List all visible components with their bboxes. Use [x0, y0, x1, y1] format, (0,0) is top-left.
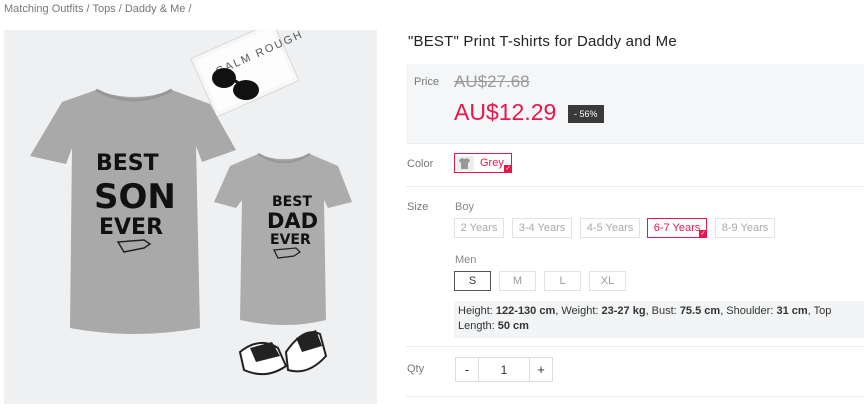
- divider: [406, 396, 864, 397]
- size-option-4-5-years[interactable]: 4-5 Years: [580, 218, 640, 238]
- size-option-label: XL: [600, 275, 615, 287]
- big-print-line-2: SON: [94, 177, 176, 217]
- divider: [406, 346, 864, 347]
- qty-input[interactable]: 1: [479, 357, 529, 382]
- color-label: Color: [407, 158, 434, 170]
- color-swatch-grey[interactable]: Grey ✓: [454, 153, 512, 173]
- bust-label: , Bust:: [645, 305, 677, 317]
- shoulder-label: , Shoulder:: [720, 305, 774, 317]
- size-option-label: 6-7 Years: [653, 222, 701, 234]
- height-value: 122-130 cm: [495, 305, 556, 317]
- breadcrumb[interactable]: Matching Outfits / Tops / Daddy & Me /: [4, 3, 192, 15]
- small-print-line-2: DAD: [267, 209, 318, 233]
- product-photo-illustration: CALM ROUGH BEST SON EVER BEST DAD EVER: [4, 30, 377, 404]
- size-option-m[interactable]: M: [499, 271, 536, 291]
- small-print-line-3: EVER: [270, 232, 311, 248]
- size-option-6-7-years[interactable]: 6-7 Years ✓: [647, 218, 707, 238]
- size-option-8-9-years[interactable]: 8-9 Years: [715, 218, 775, 238]
- small-shirt-print: BEST DAD EVER: [267, 194, 318, 248]
- big-print-line-3: EVER: [99, 215, 163, 240]
- size-label: Size: [407, 201, 429, 213]
- product-image[interactable]: CALM ROUGH BEST SON EVER BEST DAD EVER: [4, 30, 377, 404]
- size-option-label: S: [468, 275, 477, 287]
- original-price: AU$27.68: [454, 72, 530, 91]
- size-option-2-years[interactable]: 2 Years: [454, 218, 504, 238]
- qty-increase-button[interactable]: +: [529, 357, 553, 382]
- size-option-label: M: [512, 275, 523, 287]
- product-title: "BEST" Print T-shirts for Daddy and Me: [408, 33, 677, 50]
- quantity-stepper: - 1 +: [455, 357, 553, 382]
- size-option-s[interactable]: S: [454, 271, 491, 291]
- discount-badge: - 56%: [568, 105, 604, 123]
- weight-value: 23-27 kg: [601, 305, 646, 317]
- size-group-men: Men: [455, 254, 477, 266]
- size-option-label: 8-9 Years: [721, 222, 769, 234]
- size-option-l[interactable]: L: [544, 271, 581, 291]
- qty-label: Qty: [407, 363, 425, 375]
- sale-price: AU$12.29: [454, 99, 557, 125]
- swatch-label: Grey: [480, 157, 504, 169]
- weight-label: , Weight:: [555, 305, 599, 317]
- divider: [406, 186, 864, 187]
- size-option-xl[interactable]: XL: [589, 271, 626, 291]
- bust-value: 75.5 cm: [679, 305, 721, 317]
- price-box: Price AU$27.68 AU$12.29 - 56%: [406, 64, 864, 143]
- size-details: Height: 122-130 cm, Weight: 23-27 kg, Bu…: [454, 301, 864, 338]
- shoulder-value: 31 cm: [776, 305, 808, 317]
- small-print-line-1: BEST: [272, 194, 312, 210]
- swatch-thumbnail-icon: [457, 155, 474, 171]
- size-option-label: 3-4 Years: [518, 222, 566, 234]
- top-length-value: 50 cm: [497, 320, 529, 332]
- size-option-label: 4-5 Years: [586, 222, 634, 234]
- size-option-label: 2 Years: [460, 222, 498, 234]
- size-option-3-4-years[interactable]: 3-4 Years: [512, 218, 572, 238]
- big-print-line-1: BEST: [96, 151, 159, 176]
- qty-decrease-button[interactable]: -: [455, 357, 479, 382]
- price-label: Price: [414, 76, 440, 88]
- selected-check-icon: ✓: [699, 230, 707, 238]
- selected-check-icon: ✓: [504, 165, 512, 173]
- divider: [406, 143, 864, 144]
- size-option-label: L: [559, 275, 566, 287]
- height-label: Height:: [458, 305, 493, 317]
- size-group-boy: Boy: [455, 201, 474, 213]
